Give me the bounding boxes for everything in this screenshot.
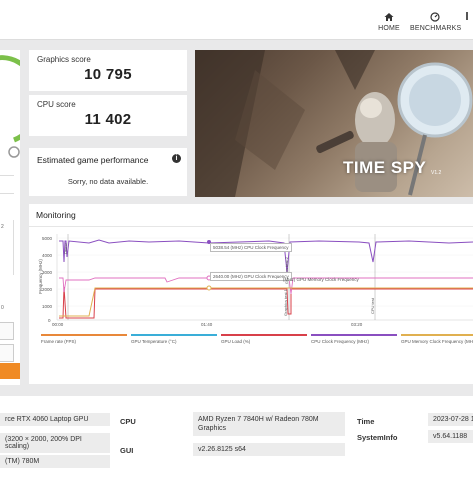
legend-swatch	[401, 334, 473, 336]
system-info-panel: rce RTX 4060 Laptop GPU (3200 × 2000, 20…	[0, 396, 473, 477]
legend-swatch	[131, 334, 217, 336]
legend-label: Frame rate (FPS)	[41, 339, 77, 344]
legend-item[interactable]: Frame rate (FPS)	[41, 334, 127, 344]
legend-swatch	[41, 334, 127, 336]
gui-label: GUI	[120, 446, 134, 455]
hero-title: TIME SPY	[343, 158, 427, 177]
gpu-memory-clock-series	[59, 287, 473, 317]
legend-item[interactable]: GPU Load (%)	[221, 334, 307, 344]
top-bar: HOME BENCHMARKS	[0, 0, 473, 40]
marker-label: Demo	[63, 243, 68, 254]
nav-home-label: HOME	[378, 25, 400, 32]
nav-overflow-item[interactable]	[466, 12, 473, 32]
left-tick: 2	[1, 224, 4, 230]
left-tick: 0	[1, 305, 4, 311]
y-tick: 2000	[42, 287, 53, 292]
y-tick: 5000	[42, 236, 53, 241]
info-icon[interactable]: i	[172, 154, 181, 163]
cpu-value-line1: AMD Ryzen 7 7840H w/ Radeon 780M	[198, 416, 319, 423]
monitoring-panel: Monitoring Frequency (MHz) 5000 4000 300…	[29, 204, 473, 384]
y-tick: 0	[48, 318, 51, 323]
legend-label: GPU Temperature (°C)	[131, 339, 177, 344]
tooltip-gpu-clock: 2640.00 (MHz) GPU Clock Frequency	[210, 272, 292, 281]
hero-version: V1.2	[431, 170, 442, 176]
nav-benchmarks-label: BENCHMARKS	[410, 25, 462, 32]
display-value: (3200 × 2000, 200% DPI scaling)	[0, 433, 110, 453]
estimated-performance-message: Sorry, no data available.	[67, 177, 149, 186]
legend-label: CPU Clock Frequency (MHz)	[311, 339, 370, 344]
cpu-value: AMD Ryzen 7 7840H w/ Radeon 780M Graphic…	[193, 412, 345, 436]
marker-label: CPU test	[370, 297, 375, 314]
legend-item[interactable]: GPU Memory Clock Frequency (MHz)	[401, 334, 473, 344]
graphics-score-label: Graphics score	[37, 55, 91, 64]
gpu-value: rce RTX 4060 Laptop GPU	[0, 413, 110, 426]
mem-tooltip-dot	[206, 285, 212, 291]
gui-value: v2.26.8125 s64	[193, 443, 345, 456]
igpu-value: (TM) 780M	[0, 455, 110, 468]
gpu-load-series	[59, 286, 473, 319]
cpu-score-value: 11 402	[84, 111, 132, 128]
cpu-value-line2: Graphics	[198, 425, 227, 432]
tooltip-gpu-memory-clock: (MHz) GPU Memory Clock Frequency	[283, 277, 359, 282]
y-tick: 1000	[42, 304, 53, 309]
action-button[interactable]	[0, 363, 20, 379]
legend-swatch	[221, 334, 307, 336]
graphics-score-value: 10 795	[84, 66, 132, 83]
legend-label: GPU Load (%)	[221, 339, 251, 344]
legend-item[interactable]: GPU Temperature (°C)	[131, 334, 217, 344]
left-panel: 2 0	[0, 50, 20, 385]
tooltip-text: 5038.54 (MHz) CPU Clock Frequency	[213, 245, 289, 250]
legend-label: GPU Memory Clock Frequency (MHz)	[401, 339, 473, 344]
cpu-score-card: CPU score 11 402	[29, 95, 187, 136]
gauge-icon	[410, 12, 460, 24]
systeminfo-label: SystemInfo	[357, 433, 398, 442]
monitoring-title: Monitoring	[36, 210, 76, 220]
chart-legend: Frame rate (FPS) GPU Temperature (°C) GP…	[41, 334, 473, 348]
y-tick: 3000	[42, 270, 53, 275]
x-tick: 01:40	[201, 322, 213, 327]
marker-label: Graphics test 1	[283, 289, 288, 316]
graphics-score-card: Graphics score 10 795	[29, 50, 187, 91]
tooltip-text: (MHz) GPU Memory Clock Frequency	[283, 277, 359, 282]
left-input[interactable]	[0, 344, 14, 362]
y-tick: 4000	[42, 253, 53, 258]
left-input[interactable]	[0, 322, 14, 340]
time-label: Time	[357, 417, 375, 426]
legend-swatch	[311, 334, 397, 336]
score-gauge	[0, 55, 20, 158]
settings-icon-partial	[466, 12, 473, 20]
cpu-score-label: CPU score	[37, 100, 76, 109]
nav-benchmarks[interactable]: BENCHMARKS	[410, 12, 462, 32]
tooltip-text: 2640.00 (MHz) GPU Clock Frequency	[213, 274, 289, 279]
estimated-performance-label: Estimated game performance	[37, 155, 149, 165]
systeminfo-value: v5.64.1188	[428, 430, 473, 443]
nav-home[interactable]: HOME	[376, 12, 402, 32]
estimated-performance-card: Estimated game performance i Sorry, no d…	[29, 148, 187, 196]
cpu-label: CPU	[120, 417, 136, 426]
x-tick: 03:20	[351, 322, 363, 327]
left-mini-chart: 2 0	[0, 220, 14, 311]
benchmark-hero-image: TIME SPY V1.2	[195, 50, 473, 197]
legend-item[interactable]: CPU Clock Frequency (MHz)	[311, 334, 397, 344]
time-value: 2023-07-28 1	[428, 413, 473, 426]
x-tick: 00:00	[52, 322, 64, 327]
home-icon	[376, 12, 402, 24]
tooltip-cpu-clock: 5038.54 (MHz) CPU Clock Frequency	[210, 243, 292, 252]
